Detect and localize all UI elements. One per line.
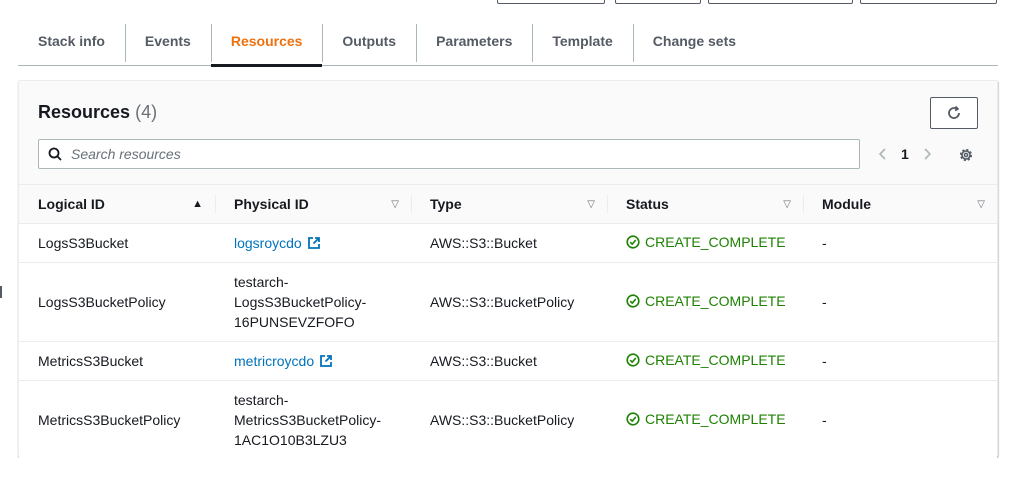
physical-id-link[interactable]: logsroycdo [234, 233, 321, 253]
table-row: MetricsS3BucketPolicy testarch- MetricsS… [19, 380, 997, 460]
column-header-module[interactable]: Module ▽ [803, 184, 997, 224]
module-cell: - [803, 380, 997, 460]
chevron-left-icon [878, 148, 886, 160]
sort-ascending-icon: ▲ [192, 198, 203, 210]
top-button-3[interactable] [708, 0, 853, 4]
type-cell: AWS::S3::Bucket [411, 223, 607, 263]
pagination: 1 [871, 139, 939, 169]
status-cell: CREATE_COMPLETE [607, 341, 803, 381]
current-page[interactable]: 1 [895, 146, 915, 162]
external-link-icon [320, 355, 333, 367]
resources-table: Logical ID ▲ Physical ID ▽ Type ▽ Status ▽ M… [19, 184, 997, 460]
resource-count: (4) [135, 102, 158, 122]
type-cell: AWS::S3::BucketPolicy [411, 380, 607, 460]
status-cell: CREATE_COMPLETE [607, 380, 803, 460]
table-header-row: Logical ID ▲ Physical ID ▽ Type ▽ Status ▽ M… [19, 184, 997, 224]
refresh-icon [948, 105, 960, 119]
logical-id-cell: MetricsS3BucketPolicy [19, 380, 215, 460]
tab-resources[interactable]: Resources [210, 18, 323, 67]
top-button-1[interactable] [497, 0, 605, 4]
logical-id-cell: LogsS3Bucket [19, 223, 215, 263]
table-row: LogsS3Bucket logsroycdo AWS::S3::Bucket … [19, 223, 997, 263]
physical-id-cell: metricroycdo [215, 341, 411, 381]
tab-stack-info[interactable]: Stack info [18, 18, 125, 64]
tab-parameters[interactable]: Parameters [416, 18, 532, 64]
sort-icon: ▽ [587, 198, 595, 210]
module-cell: - [803, 223, 997, 263]
panel-title: Resources (4) [38, 102, 157, 123]
left-edge-mark [0, 286, 2, 298]
tab-events[interactable]: Events [124, 18, 211, 64]
logical-id-cell: MetricsS3Bucket [19, 341, 215, 381]
column-header-type[interactable]: Type ▽ [411, 184, 607, 224]
tab-template[interactable]: Template [532, 18, 632, 64]
type-cell: AWS::S3::BucketPolicy [411, 262, 607, 342]
column-header-physical-id[interactable]: Physical ID ▽ [215, 184, 411, 224]
resources-panel: Resources (4) 1 [18, 80, 998, 460]
check-circle-icon [626, 412, 640, 426]
table-row: LogsS3BucketPolicy testarch- LogsS3Bucke… [19, 262, 997, 342]
logical-id-cell: LogsS3BucketPolicy [19, 262, 215, 342]
module-cell: - [803, 341, 997, 381]
stack-tabs: Stack info Events Resources Outputs Para… [18, 18, 998, 67]
status-cell: CREATE_COMPLETE [607, 262, 803, 342]
type-cell: AWS::S3::Bucket [411, 341, 607, 381]
column-header-logical-id[interactable]: Logical ID ▲ [19, 184, 215, 224]
tab-outputs[interactable]: Outputs [322, 18, 416, 64]
refresh-button[interactable] [930, 97, 978, 129]
previous-page-button[interactable] [871, 142, 895, 166]
physical-id-cell: testarch- MetricsS3BucketPolicy- 1AC1O10… [215, 380, 411, 460]
sort-icon: ▽ [391, 198, 399, 210]
panel-header: Resources (4) 1 [19, 81, 997, 184]
column-header-status[interactable]: Status ▽ [607, 184, 803, 224]
physical-id-link[interactable]: metricroycdo [234, 351, 333, 371]
top-button-4[interactable] [860, 0, 997, 4]
sort-icon: ▽ [977, 198, 985, 210]
top-action-buttons [0, 0, 1024, 4]
physical-id-cell: logsroycdo [215, 223, 411, 263]
check-circle-icon [626, 235, 640, 249]
external-link-icon [307, 237, 320, 249]
next-page-button[interactable] [915, 142, 939, 166]
panel-title-text: Resources [38, 102, 131, 122]
chevron-right-icon [924, 148, 931, 160]
top-button-2[interactable] [615, 0, 701, 4]
check-circle-icon [626, 353, 640, 367]
sort-icon: ▽ [783, 198, 791, 210]
gear-icon[interactable] [957, 146, 975, 164]
module-cell: - [803, 262, 997, 342]
search-box[interactable] [38, 139, 860, 169]
tab-change-sets[interactable]: Change sets [632, 18, 756, 64]
table-row: MetricsS3Bucket metricroycdo AWS::S3::Bu… [19, 341, 997, 381]
search-input[interactable] [71, 146, 831, 162]
physical-id-cell: testarch- LogsS3BucketPolicy- 16PUNSEVZF… [215, 262, 411, 342]
check-circle-icon [626, 294, 640, 308]
status-cell: CREATE_COMPLETE [607, 223, 803, 263]
search-icon [47, 146, 63, 162]
